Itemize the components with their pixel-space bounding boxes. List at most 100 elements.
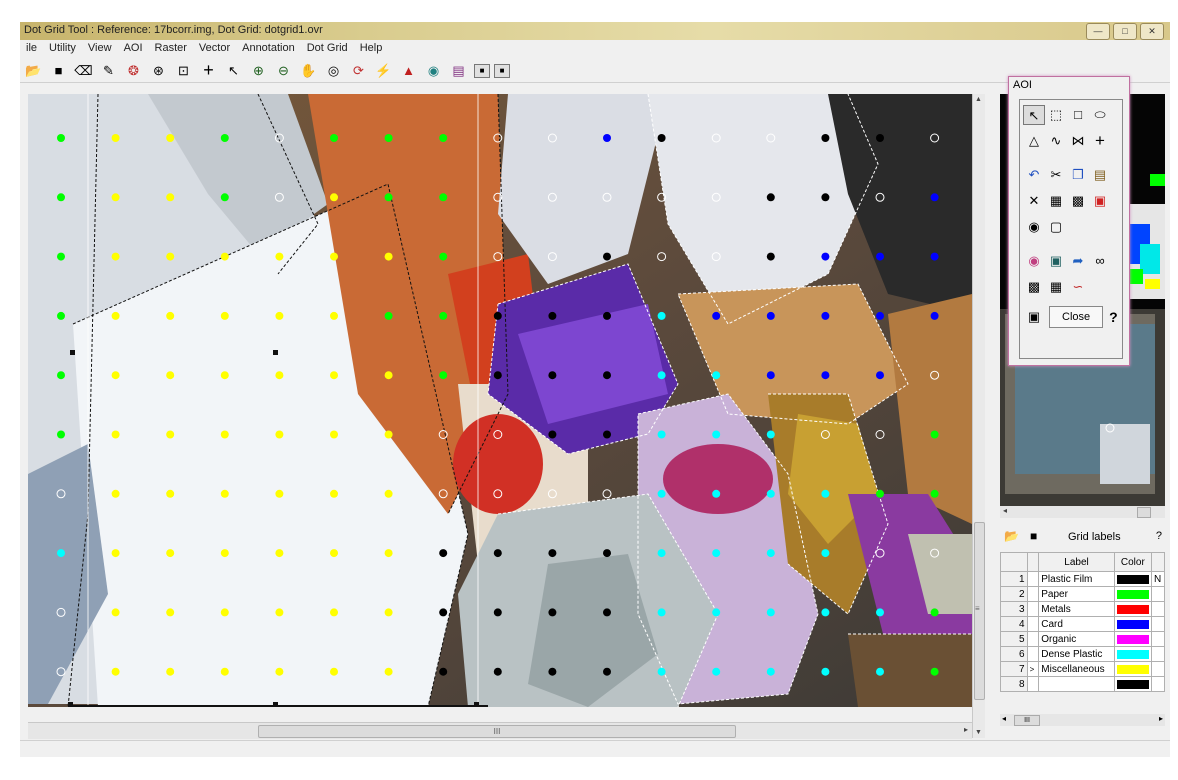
- grid-dot[interactable]: [603, 549, 611, 558]
- grid-dot[interactable]: [57, 311, 65, 320]
- pointer-icon[interactable]: ↖: [1023, 105, 1045, 125]
- grid-dot[interactable]: [384, 608, 393, 617]
- grid-dot[interactable]: [220, 311, 229, 320]
- grid-dot[interactable]: [821, 252, 830, 261]
- grid-dot[interactable]: [330, 134, 338, 142]
- grid-dot[interactable]: [275, 489, 284, 498]
- grid-dot[interactable]: [657, 430, 666, 439]
- menu-utility[interactable]: Utility: [43, 40, 82, 58]
- label-cell[interactable]: Dense Plastic: [1038, 646, 1115, 662]
- grid-dot[interactable]: [876, 311, 884, 320]
- grid-dot[interactable]: [384, 667, 393, 676]
- grid-dot[interactable]: [766, 311, 775, 320]
- table-row[interactable]: 2 Paper: [1000, 586, 1166, 602]
- grid-dot[interactable]: [876, 134, 884, 142]
- cut-icon[interactable]: ✂: [1045, 165, 1067, 185]
- label-cell[interactable]: [1038, 676, 1115, 692]
- grid-dot[interactable]: [876, 667, 884, 676]
- eraser-icon[interactable]: ⌫: [74, 61, 93, 80]
- grid-dot[interactable]: [712, 430, 721, 439]
- point-icon[interactable]: +: [1089, 131, 1111, 151]
- grid-dot[interactable]: [111, 371, 120, 380]
- grid-dot[interactable]: [657, 608, 666, 617]
- grid-dot[interactable]: [166, 371, 175, 380]
- color-swatch[interactable]: [1116, 589, 1149, 599]
- shrink-icon[interactable]: ⊛: [149, 61, 168, 80]
- save-icon[interactable]: ■: [49, 61, 68, 80]
- grid-dot[interactable]: [766, 549, 775, 558]
- pencil-icon[interactable]: ✎: [99, 61, 118, 80]
- grid-dot[interactable]: [330, 252, 338, 261]
- grid-dot[interactable]: [111, 608, 120, 617]
- grid-dot[interactable]: [603, 371, 611, 380]
- color-cell[interactable]: [1113, 601, 1152, 617]
- minimize-icon[interactable]: —: [1086, 23, 1110, 40]
- grid-dot[interactable]: [930, 430, 939, 439]
- import-icon[interactable]: ▩: [1023, 277, 1045, 297]
- grid-dot[interactable]: [439, 311, 448, 320]
- label-cell[interactable]: Miscellaneous: [1038, 661, 1115, 677]
- grid-dot[interactable]: [166, 667, 175, 676]
- grid-dot[interactable]: [439, 193, 448, 202]
- grid-dot[interactable]: [657, 311, 666, 320]
- grid-dot[interactable]: [166, 430, 175, 439]
- grid-dot[interactable]: [657, 549, 666, 558]
- close-icon[interactable]: ✕: [1140, 23, 1164, 40]
- crosshair-icon[interactable]: +: [199, 61, 218, 80]
- pan-hand-icon[interactable]: ✋: [299, 61, 318, 80]
- color-cell[interactable]: [1113, 646, 1152, 662]
- label-header[interactable]: Label: [1038, 552, 1115, 572]
- intersect-icon[interactable]: ▩: [1067, 191, 1089, 211]
- grid-dot[interactable]: [439, 608, 448, 617]
- grid-dot[interactable]: [930, 489, 939, 498]
- color-cell[interactable]: [1113, 676, 1152, 692]
- scroll-down-icon[interactable]: ▼: [975, 729, 982, 736]
- grid-dot[interactable]: [766, 371, 775, 380]
- grid-dot[interactable]: [220, 608, 229, 617]
- grid-dot[interactable]: [712, 489, 721, 498]
- grid-dot[interactable]: [821, 134, 830, 142]
- zoom-in-icon[interactable]: ⊕: [249, 61, 268, 80]
- grid-dot[interactable]: [111, 489, 120, 498]
- open-icon[interactable]: 📂: [24, 61, 43, 80]
- paste-icon[interactable]: ▤: [1089, 165, 1111, 185]
- table-row[interactable]: 3 Metals: [1000, 601, 1166, 617]
- grid-dot[interactable]: [275, 608, 284, 617]
- menu-raster[interactable]: Raster: [149, 40, 193, 58]
- grid-dot[interactable]: [493, 371, 502, 380]
- rect-icon[interactable]: □: [1067, 105, 1089, 125]
- grid-dot[interactable]: [166, 252, 175, 261]
- dashed-rect-icon[interactable]: ⬚: [1045, 105, 1067, 125]
- grid-dot[interactable]: [330, 430, 338, 439]
- grid-dot[interactable]: [712, 549, 721, 558]
- chain-icon[interactable]: ∞: [1089, 251, 1111, 271]
- menu-annotation[interactable]: Annotation: [236, 40, 301, 58]
- vertical-scrollbar[interactable]: ▲ ≡ ▼: [972, 94, 985, 738]
- close-button[interactable]: Close: [1049, 306, 1104, 328]
- grid-dot[interactable]: [493, 608, 502, 617]
- label-cell[interactable]: Metals: [1038, 601, 1115, 617]
- grid-dot[interactable]: [330, 549, 338, 558]
- grid-dot[interactable]: [657, 371, 666, 380]
- color-swatch[interactable]: [1116, 664, 1149, 674]
- fit-icon[interactable]: ⊡: [174, 61, 193, 80]
- polygon-icon[interactable]: △: [1023, 131, 1045, 151]
- grid-dot[interactable]: [603, 311, 611, 320]
- table-row[interactable]: 8: [1000, 676, 1166, 692]
- label-cell[interactable]: Paper: [1038, 586, 1115, 602]
- grid-dot[interactable]: [57, 371, 65, 380]
- grid-dot[interactable]: [930, 252, 939, 261]
- grid-dot[interactable]: [57, 549, 65, 558]
- grid-dot[interactable]: [712, 371, 721, 380]
- table-row[interactable]: 6 Dense Plastic: [1000, 646, 1166, 662]
- lock-icon[interactable]: ▣: [1023, 307, 1045, 327]
- scroll-right-icon[interactable]: ▸: [964, 725, 968, 734]
- grid-dot[interactable]: [493, 549, 502, 558]
- grid-dot[interactable]: [330, 667, 338, 676]
- grid-dot[interactable]: [275, 667, 284, 676]
- grid-dot[interactable]: [766, 193, 775, 202]
- grid-dot[interactable]: [384, 252, 393, 261]
- edit-curve-icon[interactable]: ∽: [1067, 277, 1089, 297]
- grid-dot[interactable]: [275, 311, 284, 320]
- grid-dot[interactable]: [166, 608, 175, 617]
